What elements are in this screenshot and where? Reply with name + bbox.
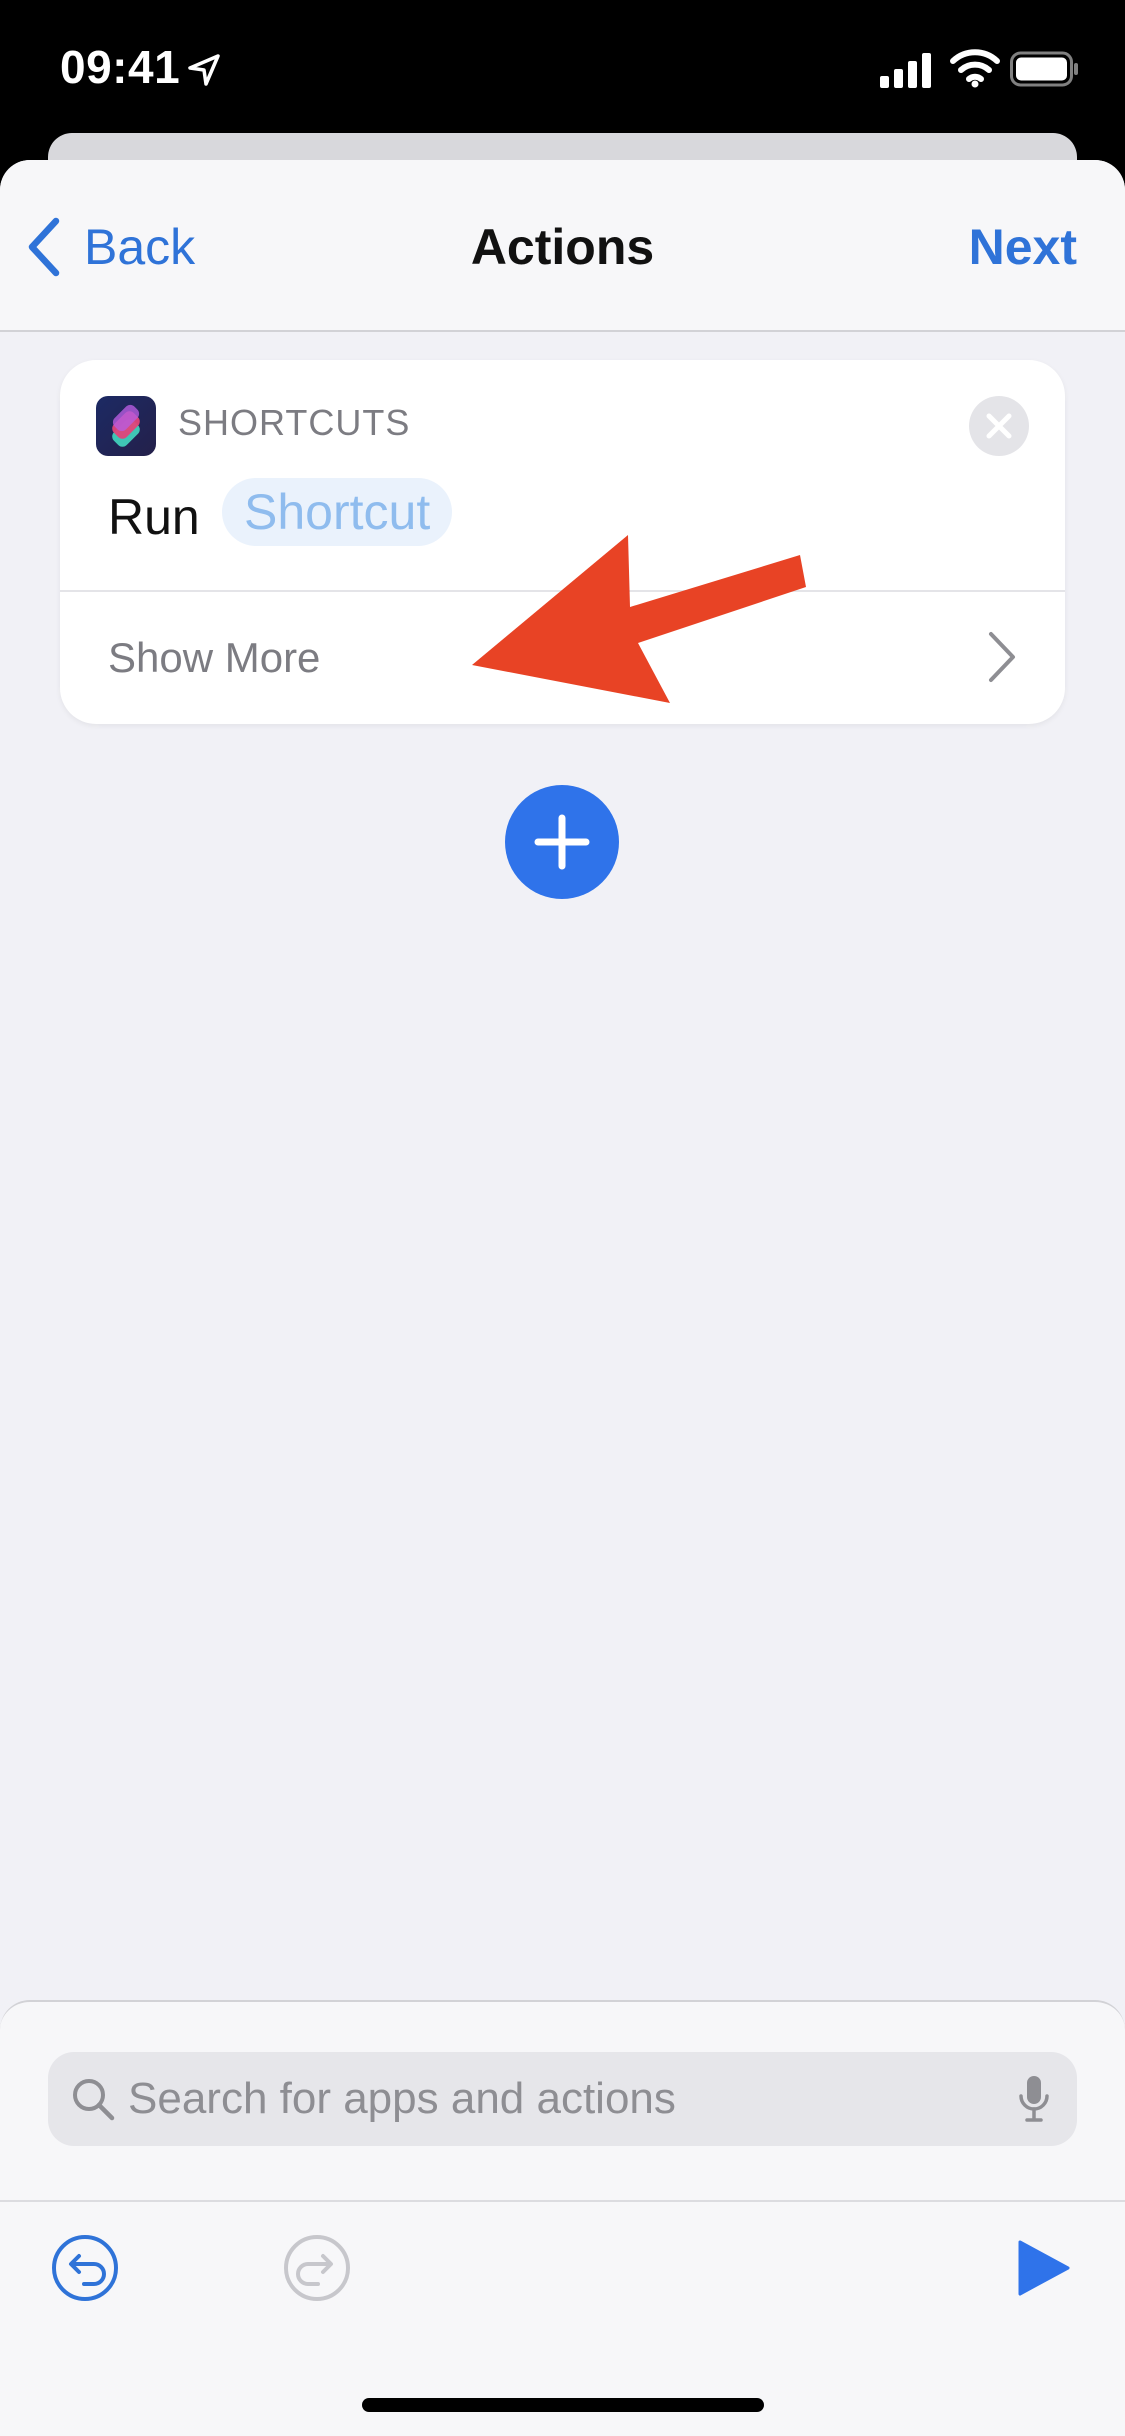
search-input[interactable]	[128, 2052, 968, 2146]
next-button[interactable]: Next	[969, 218, 1077, 276]
editor-sheet: Back Actions Next SHORTCUTS Run Shortcut…	[0, 160, 1125, 2436]
undo-icon[interactable]	[50, 2233, 120, 2303]
status-time: 09:41	[60, 41, 181, 93]
shortcut-parameter[interactable]: Shortcut	[222, 478, 453, 546]
page-title: Actions	[470, 219, 655, 275]
bottom-panel	[0, 2000, 1125, 2436]
plus-icon	[534, 814, 590, 870]
action-verb: Run	[108, 489, 200, 545]
home-indicator	[362, 2398, 764, 2412]
close-icon	[986, 413, 1012, 439]
action-app-name: SHORTCUTS	[178, 402, 411, 443]
play-icon[interactable]	[1014, 2238, 1074, 2298]
shortcuts-app-icon	[96, 396, 156, 456]
navigation-bar: Back Actions Next	[0, 160, 1125, 332]
redo-icon	[284, 2235, 350, 2301]
annotation-arrow	[472, 535, 806, 703]
battery-icon	[1010, 51, 1078, 87]
show-more-label: Show More	[108, 634, 321, 681]
status-bar: 09:41	[0, 0, 1125, 135]
search-field[interactable]	[48, 2052, 1077, 2146]
search-icon	[73, 2079, 115, 2121]
chevron-right-icon	[989, 632, 1015, 682]
toolbar-divider	[0, 2200, 1125, 2202]
microphone-icon[interactable]	[1017, 2074, 1051, 2124]
wifi-icon	[950, 49, 1000, 88]
location-arrow-icon	[188, 54, 220, 86]
add-action-button[interactable]	[505, 785, 619, 899]
remove-action-button[interactable]	[969, 396, 1029, 456]
cellular-signal-icon	[880, 53, 931, 88]
